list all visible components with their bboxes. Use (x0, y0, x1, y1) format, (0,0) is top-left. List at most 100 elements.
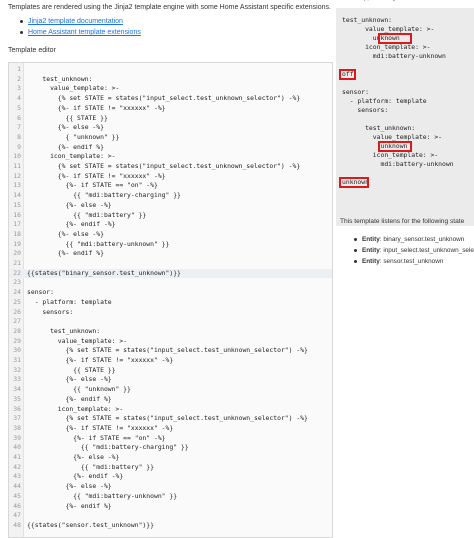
code-line[interactable]: 22 {{states("binary_sensor.test_unknown")… (9, 268, 332, 279)
code-line[interactable]: 19 {{ "mdi:battery-unknown" }} (9, 240, 332, 250)
code-line[interactable]: 40 {{ "mdi:battery-charging" }} (9, 443, 332, 453)
code-line[interactable]: 31 {%- if STATE != "xxxxxx" -%} (9, 356, 332, 366)
code-line[interactable]: 9 {%- endif %} (9, 143, 332, 153)
code-text: {% set STATE = states("input_select.test… (27, 346, 308, 355)
line-number: 9 (17, 142, 21, 151)
code-text: {%- if STATE != "xxxxxx" -%} (27, 103, 166, 112)
code-line[interactable]: 12 {%- if STATE != "xxxxxx" -%} (9, 172, 332, 182)
code-text: {%- endif -%} (27, 472, 124, 481)
code-text: { "unknown" }} (27, 132, 120, 141)
template-editor[interactable]: 12 test_unknown: 3 value_template: >- 4 {%… (8, 62, 333, 538)
code-line[interactable]: 24 sensor: (9, 288, 332, 298)
code-line[interactable]: 6 {{ STATE }} (9, 114, 332, 124)
line-number: 11 (13, 162, 21, 170)
code-line[interactable]: 17 {%- endif -%} (9, 220, 332, 230)
result-line: mdi:battery-unknown (342, 160, 454, 168)
line-number: 23 (13, 278, 21, 287)
line-number: 32 (13, 365, 21, 374)
code-line[interactable]: 48 {{states("sensor.test_unknown")}} (9, 521, 332, 531)
code-line[interactable]: 25 - platform: template (9, 298, 332, 308)
code-line[interactable]: 23 (9, 278, 332, 288)
code-line[interactable]: 28 test_unknown: (9, 327, 332, 337)
doc-links: Jinja2 template documentation Home Assis… (20, 16, 141, 38)
code-line[interactable]: 41 {%- else -%} (9, 453, 332, 463)
code-text: {{ "mdi:battery-unknown" }} (27, 239, 170, 248)
entity-label: Entity (362, 247, 380, 254)
code-line[interactable]: 3 value_template: >- (9, 84, 332, 94)
code-line[interactable]: 8 { "unknown" }} (9, 133, 332, 143)
line-number: 41 (13, 453, 21, 461)
code-line[interactable]: 10 icon_template: >- (9, 152, 332, 162)
line-number: 19 (13, 239, 21, 248)
code-line[interactable]: 11 {% set STATE = states("input_select.t… (9, 162, 332, 172)
code-line[interactable]: 20 {%- endif %} (9, 249, 332, 259)
line-number: 26 (13, 307, 21, 316)
code-line[interactable]: 33 {%- else -%} (9, 375, 332, 385)
code-text: {{ "unknown" }} (27, 385, 131, 394)
code-line[interactable]: 15 {%- else -%} (9, 201, 332, 211)
line-number: 16 (13, 210, 21, 219)
line-number: 2 (17, 74, 21, 83)
code-text: {{ STATE }} (27, 365, 116, 374)
code-line[interactable]: 32 {{ STATE }} (9, 366, 332, 376)
jinja2-docs-link[interactable]: Jinja2 template documentation (28, 18, 123, 25)
entity-list: Entity: binary_sensor.test_unknown Entity… (354, 234, 474, 267)
code-text: {{ "mdi:battery-charging" }} (27, 191, 181, 200)
code-line[interactable]: 37 {% set STATE = states("input_select.t… (9, 414, 332, 424)
code-line[interactable]: 14 {{ "mdi:battery-charging" }} (9, 191, 332, 201)
code-text: {%- else -%} (27, 123, 104, 132)
code-line[interactable]: 18 {%- else -%} (9, 230, 332, 240)
code-line[interactable]: 13 {%- if STATE == "on" -%} (9, 181, 332, 191)
line-number: 47 (13, 511, 21, 520)
line-number: 15 (13, 200, 21, 209)
link-item: Jinja2 template documentation (20, 16, 141, 27)
code-text: icon_template: >- (27, 404, 124, 413)
highlight-box (339, 69, 356, 80)
code-text: sensor: (27, 288, 54, 297)
code-line[interactable]: 5 {%- if STATE != "xxxxxx" -%} (9, 104, 332, 114)
line-number: 35 (13, 394, 21, 403)
code-line[interactable]: 27 (9, 317, 332, 327)
line-number: 48 (13, 520, 21, 529)
code-text: {%- else -%} (27, 482, 112, 491)
code-line[interactable]: 47 (9, 511, 332, 521)
template-result: test_unknown: value_template: >- unknown… (336, 8, 474, 226)
line-number: 14 (13, 191, 21, 200)
code-line[interactable]: 7 {%- else -%} (9, 123, 332, 133)
code-line[interactable]: 43 {%- endif -%} (9, 472, 332, 482)
code-line[interactable]: 1 (9, 65, 332, 75)
code-line[interactable]: 26 sensors: (9, 308, 332, 318)
code-line[interactable]: 30 {% set STATE = states("input_select.t… (9, 346, 332, 356)
code-line[interactable]: 38 {%- if STATE != "xxxxxx" -%} (9, 424, 332, 434)
code-line[interactable]: 39 {%- if STATE == "on" -%} (9, 434, 332, 444)
code-line[interactable]: 29 value_template: >- (9, 337, 332, 347)
code-line[interactable]: 2 test_unknown: (9, 75, 332, 85)
code-line[interactable]: 42 {{ "mdi:battery" }} (9, 463, 332, 473)
code-line[interactable]: 21 (9, 259, 332, 269)
ha-extensions-link[interactable]: Home Assistant template extensions (28, 29, 141, 36)
line-number: 40 (13, 443, 21, 452)
code-text: icon_template: >- (27, 152, 116, 161)
link-item: Home Assistant template extensions (20, 27, 141, 38)
line-number: 36 (13, 404, 21, 413)
code-line[interactable]: 4 {% set STATE = states("input_select.te… (9, 94, 332, 104)
code-line[interactable]: 16 {{ "mdi:battery" }} (9, 211, 332, 221)
entity-value: input_select.test_unknown_selector (383, 247, 474, 254)
result-line: icon_template: >- (342, 43, 431, 51)
line-number: 3 (17, 84, 21, 93)
code-text: {{ "mdi:battery-charging" }} (27, 443, 189, 452)
code-text: {% set STATE = states("input_select.test… (27, 162, 301, 170)
code-text: {%- if STATE == "on" -%} (27, 433, 166, 442)
line-number: 43 (13, 472, 21, 481)
code-line[interactable]: 35 {%- endif %} (9, 395, 332, 405)
code-text: {{ "mdi:battery" }} (27, 462, 154, 471)
code-line[interactable]: 34 {{ "unknown" }} (9, 385, 332, 395)
code-line[interactable]: 36 icon_template: >- (9, 405, 332, 415)
code-line[interactable]: 44 {%- else -%} (9, 482, 332, 492)
code-text: {{states("binary_sensor.test_unknown")}} (27, 268, 181, 277)
result-pane: Result type: string test_unknown: value_… (336, 0, 474, 538)
line-number: 44 (13, 482, 21, 491)
code-line[interactable]: 45 {{ "mdi:battery-unknown" }} (9, 492, 332, 502)
line-number: 12 (13, 171, 21, 180)
code-line[interactable]: 46 {%- endif %} (9, 502, 332, 512)
